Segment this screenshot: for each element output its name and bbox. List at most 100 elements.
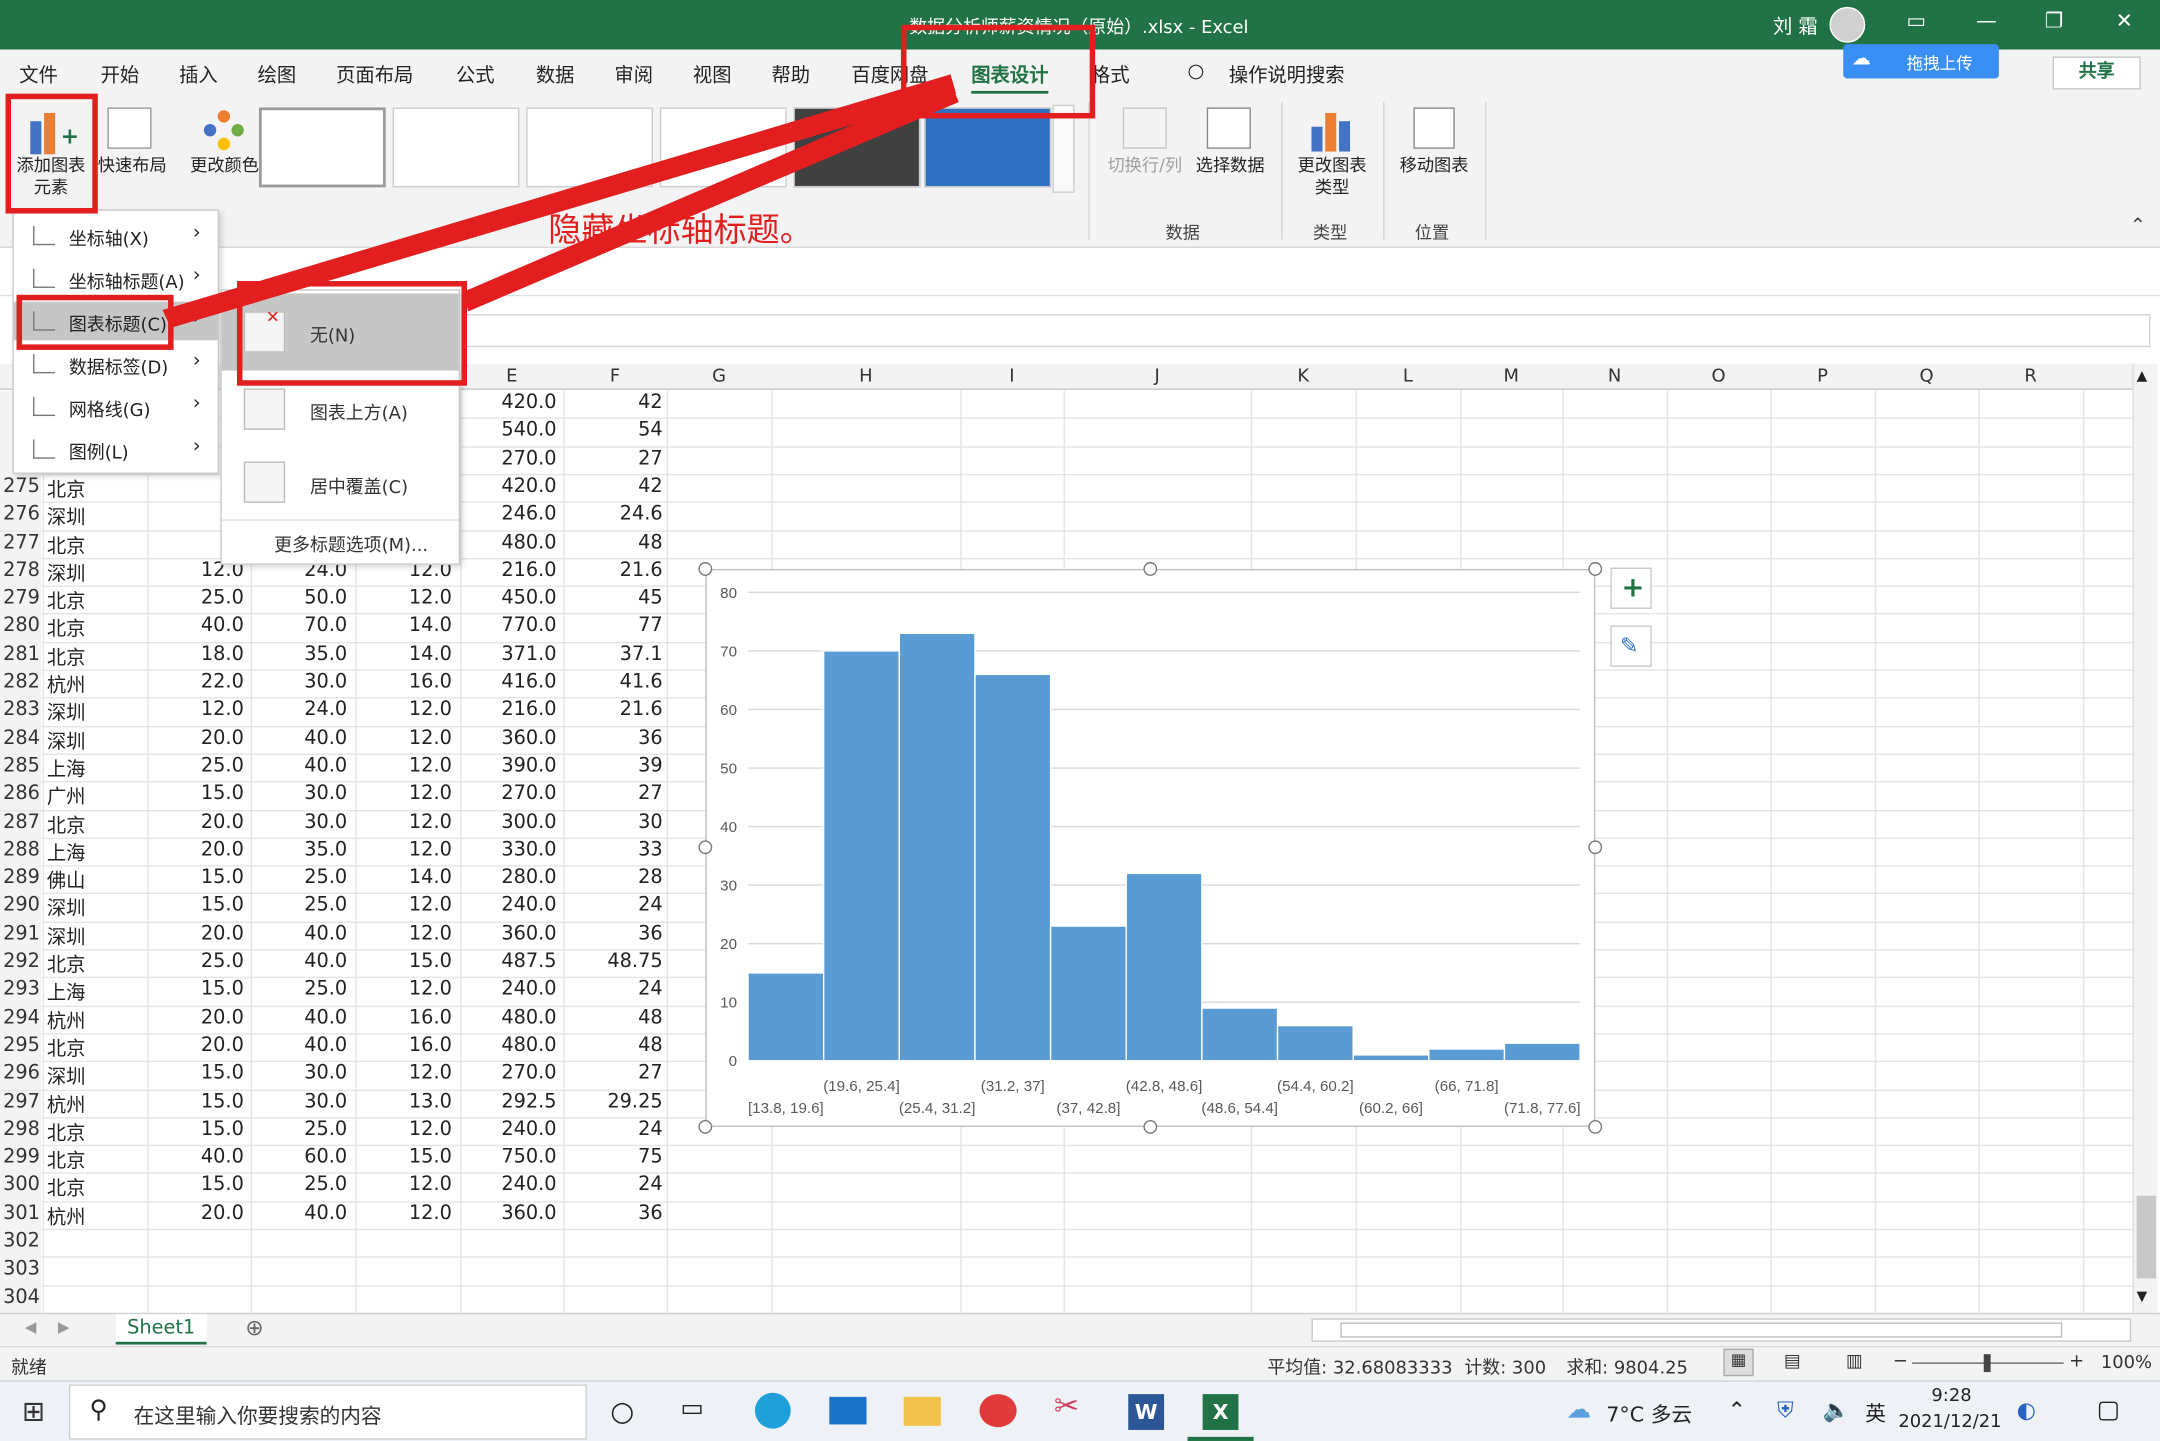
table-cell[interactable]: 33 bbox=[563, 839, 663, 861]
table-cell[interactable]: 北京 bbox=[47, 1118, 148, 1146]
table-cell[interactable]: 25.0 bbox=[251, 1174, 347, 1196]
row-number[interactable]: 289 bbox=[0, 866, 42, 895]
table-cell[interactable]: 12.0 bbox=[355, 727, 452, 749]
weather-text[interactable]: 7°C 多云 bbox=[1606, 1400, 1692, 1429]
table-cell[interactable]: 12.0 bbox=[355, 1202, 452, 1224]
table-cell[interactable]: 北京 bbox=[47, 811, 148, 839]
table-cell[interactable]: 25.0 bbox=[147, 755, 244, 777]
table-cell[interactable]: 上海 bbox=[47, 839, 148, 867]
table-cell[interactable]: 480.0 bbox=[460, 1034, 556, 1056]
chart-elements-button[interactable]: + bbox=[1610, 567, 1652, 609]
table-cell[interactable]: 14.0 bbox=[355, 867, 452, 889]
row-number[interactable]: 288 bbox=[0, 838, 42, 867]
table-cell[interactable]: 60.0 bbox=[251, 1146, 347, 1168]
table-cell[interactable]: 15.0 bbox=[355, 1146, 452, 1168]
table-cell[interactable]: 15.0 bbox=[147, 783, 244, 805]
page-layout-view-icon[interactable]: ▤ bbox=[1784, 1351, 1801, 1372]
table-cell[interactable]: 12.0 bbox=[355, 1174, 452, 1196]
clip-app-icon[interactable]: ✂ bbox=[1054, 1390, 1079, 1424]
row-number[interactable]: 287 bbox=[0, 810, 42, 839]
table-cell[interactable]: 27 bbox=[563, 783, 663, 805]
table-cell[interactable]: 416.0 bbox=[460, 671, 556, 693]
row-number[interactable]: 286 bbox=[0, 782, 42, 811]
table-cell[interactable]: 216.0 bbox=[460, 699, 556, 721]
table-cell[interactable]: 16.0 bbox=[355, 671, 452, 693]
table-cell[interactable]: 25.0 bbox=[147, 587, 244, 609]
scroll-thumb[interactable] bbox=[2136, 1195, 2156, 1279]
table-cell[interactable]: 15.0 bbox=[147, 867, 244, 889]
table-cell[interactable]: 12.0 bbox=[355, 923, 452, 945]
row-number[interactable]: 300 bbox=[0, 1174, 42, 1203]
table-cell[interactable]: 24 bbox=[563, 1174, 663, 1196]
table-cell[interactable]: 北京 bbox=[47, 643, 148, 671]
table-cell[interactable]: 20.0 bbox=[147, 1202, 244, 1224]
table-cell[interactable]: 20.0 bbox=[147, 727, 244, 749]
tray-chevron-icon[interactable]: ⌃ bbox=[1728, 1397, 1746, 1423]
table-cell[interactable]: 24 bbox=[563, 979, 663, 1001]
row-number[interactable]: 279 bbox=[0, 586, 42, 615]
table-cell[interactable]: 371.0 bbox=[460, 643, 556, 665]
table-cell[interactable]: 北京 bbox=[47, 1034, 148, 1062]
table-cell[interactable]: 14.0 bbox=[355, 643, 452, 665]
table-cell[interactable]: 240.0 bbox=[460, 1174, 556, 1196]
table-cell[interactable]: 12.0 bbox=[355, 895, 452, 917]
table-cell[interactable]: 29.25 bbox=[563, 1090, 662, 1112]
weather-icon[interactable]: ☁ bbox=[1566, 1396, 1591, 1425]
table-cell[interactable]: 30.0 bbox=[251, 1090, 347, 1112]
next-sheet-icon[interactable]: ▶ bbox=[58, 1318, 70, 1336]
chart-resize-handle[interactable] bbox=[1143, 1119, 1158, 1134]
table-cell[interactable]: 深圳 bbox=[47, 559, 148, 587]
table-cell[interactable]: 北京 bbox=[47, 615, 148, 643]
row-number[interactable]: 284 bbox=[0, 726, 42, 755]
zoom-slider-thumb[interactable] bbox=[1983, 1354, 1991, 1373]
table-cell[interactable]: 15.0 bbox=[147, 979, 244, 1001]
word-icon[interactable]: W bbox=[1128, 1394, 1165, 1430]
table-cell[interactable]: 20.0 bbox=[147, 811, 244, 833]
app-tray-icon[interactable]: ◐ bbox=[2017, 1397, 2036, 1423]
table-cell[interactable]: 25.0 bbox=[251, 1118, 347, 1140]
table-cell[interactable]: 15.0 bbox=[147, 1174, 244, 1196]
table-cell[interactable]: 12.0 bbox=[355, 587, 452, 609]
table-cell[interactable]: 75 bbox=[563, 1146, 663, 1168]
scroll-down-icon[interactable]: ▼ bbox=[2137, 1289, 2148, 1304]
table-cell[interactable]: 39 bbox=[563, 755, 663, 777]
table-cell[interactable]: 24 bbox=[563, 1118, 663, 1140]
table-cell[interactable]: 40.0 bbox=[251, 951, 347, 973]
table-cell[interactable]: 12.0 bbox=[355, 783, 452, 805]
table-cell[interactable]: 35.0 bbox=[251, 839, 347, 861]
histogram-chart[interactable]: 0 10 20 30 40 50 60 70 80 [13.8, 19.6] (19.6, 25.4… bbox=[705, 568, 1596, 1127]
table-cell[interactable]: 20.0 bbox=[147, 1034, 244, 1056]
table-cell[interactable]: 12.0 bbox=[355, 1062, 452, 1084]
taskbar-search[interactable]: ⚲ 在这里输入你要搜索的内容 bbox=[68, 1384, 587, 1440]
table-cell[interactable]: 30.0 bbox=[251, 671, 347, 693]
table-cell[interactable]: 480.0 bbox=[460, 1006, 556, 1028]
row-number[interactable]: 290 bbox=[0, 894, 42, 923]
table-cell[interactable]: 北京 bbox=[47, 1174, 148, 1202]
table-cell[interactable]: 36 bbox=[563, 727, 663, 749]
table-cell[interactable]: 70.0 bbox=[251, 615, 347, 637]
mail-icon[interactable] bbox=[829, 1396, 867, 1425]
normal-view-icon[interactable]: ▦ bbox=[1723, 1348, 1754, 1377]
table-cell[interactable]: 深圳 bbox=[47, 1062, 148, 1090]
table-cell[interactable]: 上海 bbox=[47, 979, 148, 1007]
table-cell[interactable]: 240.0 bbox=[460, 1118, 556, 1140]
table-cell[interactable]: 北京 bbox=[47, 1146, 148, 1174]
zoom-out-icon[interactable]: − bbox=[1893, 1351, 1908, 1372]
table-cell[interactable]: 22.0 bbox=[147, 671, 244, 693]
table-cell[interactable]: 深圳 bbox=[47, 699, 148, 727]
zoom-in-icon[interactable]: + bbox=[2069, 1351, 2084, 1372]
table-cell[interactable]: 上海 bbox=[47, 755, 148, 783]
file-explorer-icon[interactable] bbox=[903, 1396, 941, 1426]
chart-resize-handle[interactable] bbox=[698, 1119, 713, 1134]
table-cell[interactable]: 北京 bbox=[47, 587, 148, 615]
table-cell[interactable]: 21.6 bbox=[563, 559, 663, 581]
table-cell[interactable]: 48.75 bbox=[563, 951, 662, 973]
table-cell[interactable]: 深圳 bbox=[47, 727, 148, 755]
table-cell[interactable]: 20.0 bbox=[147, 923, 244, 945]
table-cell[interactable]: 35.0 bbox=[251, 643, 347, 665]
row-number[interactable]: 280 bbox=[0, 614, 42, 643]
table-cell[interactable]: 360.0 bbox=[460, 923, 556, 945]
table-cell[interactable]: 770.0 bbox=[460, 615, 556, 637]
table-cell[interactable]: 14.0 bbox=[355, 615, 452, 637]
chart-resize-handle[interactable] bbox=[1588, 840, 1603, 855]
